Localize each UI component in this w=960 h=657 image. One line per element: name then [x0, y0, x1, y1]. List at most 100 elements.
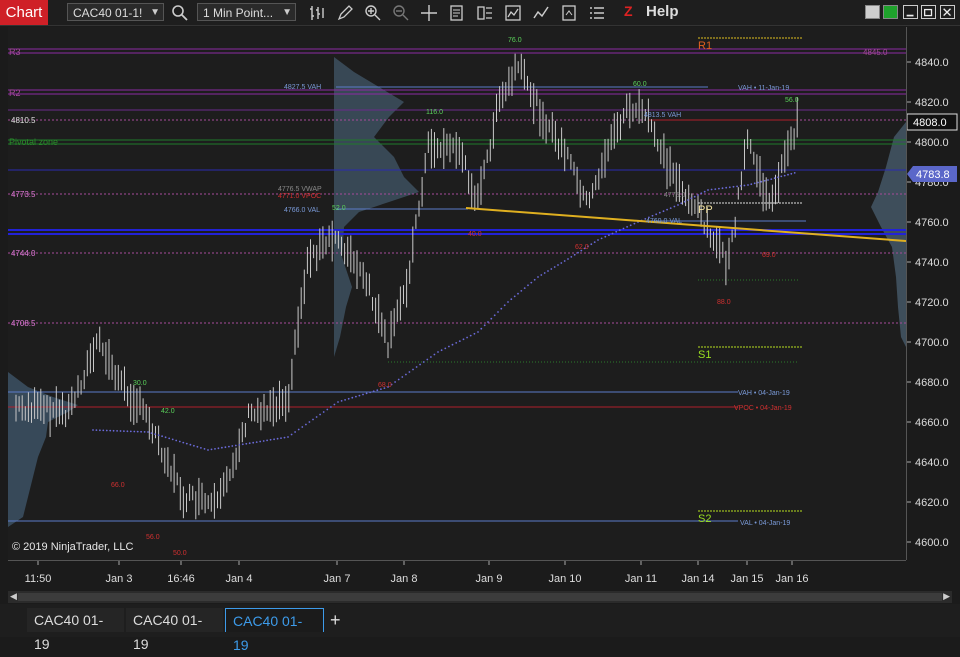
- vwap-dot: [451, 343, 454, 346]
- time-tick-label: Jan 11: [625, 573, 657, 585]
- time-tick-label: Jan 15: [730, 573, 763, 585]
- vwap-dot: [736, 185, 738, 188]
- vwap-dot: [790, 172, 793, 175]
- vwap-dot: [297, 428, 300, 431]
- vah-04jan-label: VAH • 04-Jan-19: [738, 390, 790, 397]
- vwap-dot: [600, 237, 603, 240]
- vwap-dot: [655, 213, 658, 216]
- vwap-dot: [763, 179, 766, 182]
- bar-type-icon[interactable]: [308, 4, 326, 22]
- scroll-right-icon[interactable]: ▶: [943, 591, 950, 602]
- vwap-dot: [266, 439, 268, 442]
- vwap-dot: [458, 340, 461, 342]
- zoom-out-icon[interactable]: [392, 4, 410, 22]
- vwap-dot: [666, 208, 668, 211]
- vwap-dot: [189, 443, 192, 446]
- r3-label: R3: [9, 47, 21, 57]
- vwap-dot: [143, 431, 146, 433]
- vwap-dot: [530, 281, 533, 284]
- vwap-dot: [725, 186, 728, 189]
- vwap-dot: [210, 448, 213, 451]
- vwap-dot: [590, 243, 593, 246]
- vwap-dot: [245, 442, 248, 445]
- vwap-dot: [397, 378, 400, 381]
- zoom-in-icon[interactable]: [364, 4, 382, 22]
- instrument-selector[interactable]: CAC40 01-1! ▼: [67, 3, 164, 21]
- vwap-dot: [707, 189, 709, 191]
- vwap-dot: [773, 177, 776, 180]
- vwap-dot: [750, 183, 753, 186]
- vwap-dot: [437, 351, 439, 353]
- vwap-dot: [112, 429, 115, 432]
- indicators-icon[interactable]: [504, 4, 522, 22]
- properties-icon[interactable]: [476, 4, 494, 22]
- vwap-dot: [540, 274, 543, 276]
- chart-menu-button[interactable]: Chart: [0, 0, 48, 25]
- scroll-left-icon[interactable]: ◀: [10, 591, 17, 602]
- vwap-dot: [362, 393, 364, 396]
- time-tick-label: Jan 8: [391, 573, 418, 585]
- help-menu[interactable]: Help: [646, 3, 679, 20]
- pencil-draw-icon[interactable]: [336, 4, 354, 22]
- instrument-value: CAC40 01-1!: [73, 6, 143, 20]
- vwap-dot: [369, 391, 371, 394]
- vwap-dot: [783, 174, 786, 177]
- vwap-dot: [680, 202, 683, 205]
- interval-value: 1 Min Point...: [203, 6, 274, 20]
- list-icon[interactable]: [588, 4, 606, 22]
- time-axis[interactable]: 11:50 Jan 3 16:46 Jan 4 Jan 7 Jan 8 Jan 9 Jan 1…: [8, 560, 906, 591]
- trend-line[interactable]: [465, 207, 907, 242]
- time-axis-svg: 11:50 Jan 3 16:46 Jan 4 Jan 7 Jan 8 Jan 9 Jan 1…: [25, 561, 809, 585]
- vwap-dot: [687, 199, 689, 201]
- vwap-dot: [721, 187, 724, 190]
- level-4744-label: 4744.0: [11, 249, 36, 258]
- close-button[interactable]: [940, 5, 955, 19]
- interval-selector[interactable]: 1 Min Point... ▼: [197, 3, 296, 21]
- vwap-dot: [102, 429, 105, 432]
- chevron-down-icon: ▼: [150, 7, 160, 18]
- maximize-button[interactable]: [921, 5, 936, 19]
- vwap-dot: [469, 334, 472, 337]
- search-icon[interactable]: [171, 4, 189, 22]
- link-color-gray-button[interactable]: [865, 5, 880, 19]
- last-price-value: 4808.0: [913, 117, 947, 129]
- swing-label: 52.0: [332, 205, 346, 212]
- vwap-dot: [608, 234, 610, 237]
- vwap-dot: [217, 447, 220, 450]
- vwap-dot: [732, 185, 735, 188]
- swing-label: 50.0: [173, 550, 187, 557]
- price-axis[interactable]: 4840.0 4820.0 4800.0 4780.0 4760.0 4740.0 4720…: [906, 27, 960, 560]
- vwap-dot: [622, 227, 625, 230]
- vwap-dot: [757, 181, 759, 184]
- vwap-dot: [283, 436, 286, 439]
- link-color-green-button[interactable]: [883, 5, 898, 19]
- vwap-dot: [372, 390, 375, 393]
- crosshair-icon[interactable]: [420, 4, 438, 22]
- volume-profile-left: [8, 372, 78, 527]
- chart-tab-2[interactable]: CAC40 01-19: [126, 608, 223, 652]
- vwap-dot: [175, 439, 178, 442]
- chart-tab-1[interactable]: CAC40 01-19: [27, 608, 124, 652]
- r3-right-label: 4845.0: [863, 48, 888, 57]
- vwap-dot: [280, 437, 282, 439]
- minimize-button[interactable]: [903, 5, 918, 19]
- vwap-dot: [503, 304, 506, 307]
- vwap-dot: [477, 331, 479, 333]
- vwap-dot: [448, 345, 450, 348]
- vwap-dot: [326, 408, 329, 411]
- scrollbar-thumb[interactable]: [18, 593, 942, 601]
- data-box-icon[interactable]: [448, 4, 466, 22]
- vwap-dot: [241, 443, 244, 446]
- templates-icon[interactable]: [560, 4, 578, 22]
- horizontal-scrollbar[interactable]: ◀ ▶: [8, 591, 952, 603]
- vwap-dot: [697, 194, 699, 196]
- vwap-dot: [365, 392, 368, 395]
- chart-tab-bar: CAC40 01-19 CAC40 01-19 CAC40 01-19 +: [0, 604, 960, 653]
- chart-panel[interactable]: R3 R2 4810.5 Pivotal zone 4773.5 4744.0 …: [8, 27, 907, 560]
- chart-tab-3[interactable]: CAC40 01-19: [225, 608, 324, 653]
- add-tab-button[interactable]: +: [330, 608, 344, 632]
- vwap-dot: [743, 184, 746, 187]
- strategies-icon[interactable]: [532, 4, 550, 22]
- swing-label: 30.0: [133, 380, 147, 387]
- vwap-dot: [207, 449, 209, 451]
